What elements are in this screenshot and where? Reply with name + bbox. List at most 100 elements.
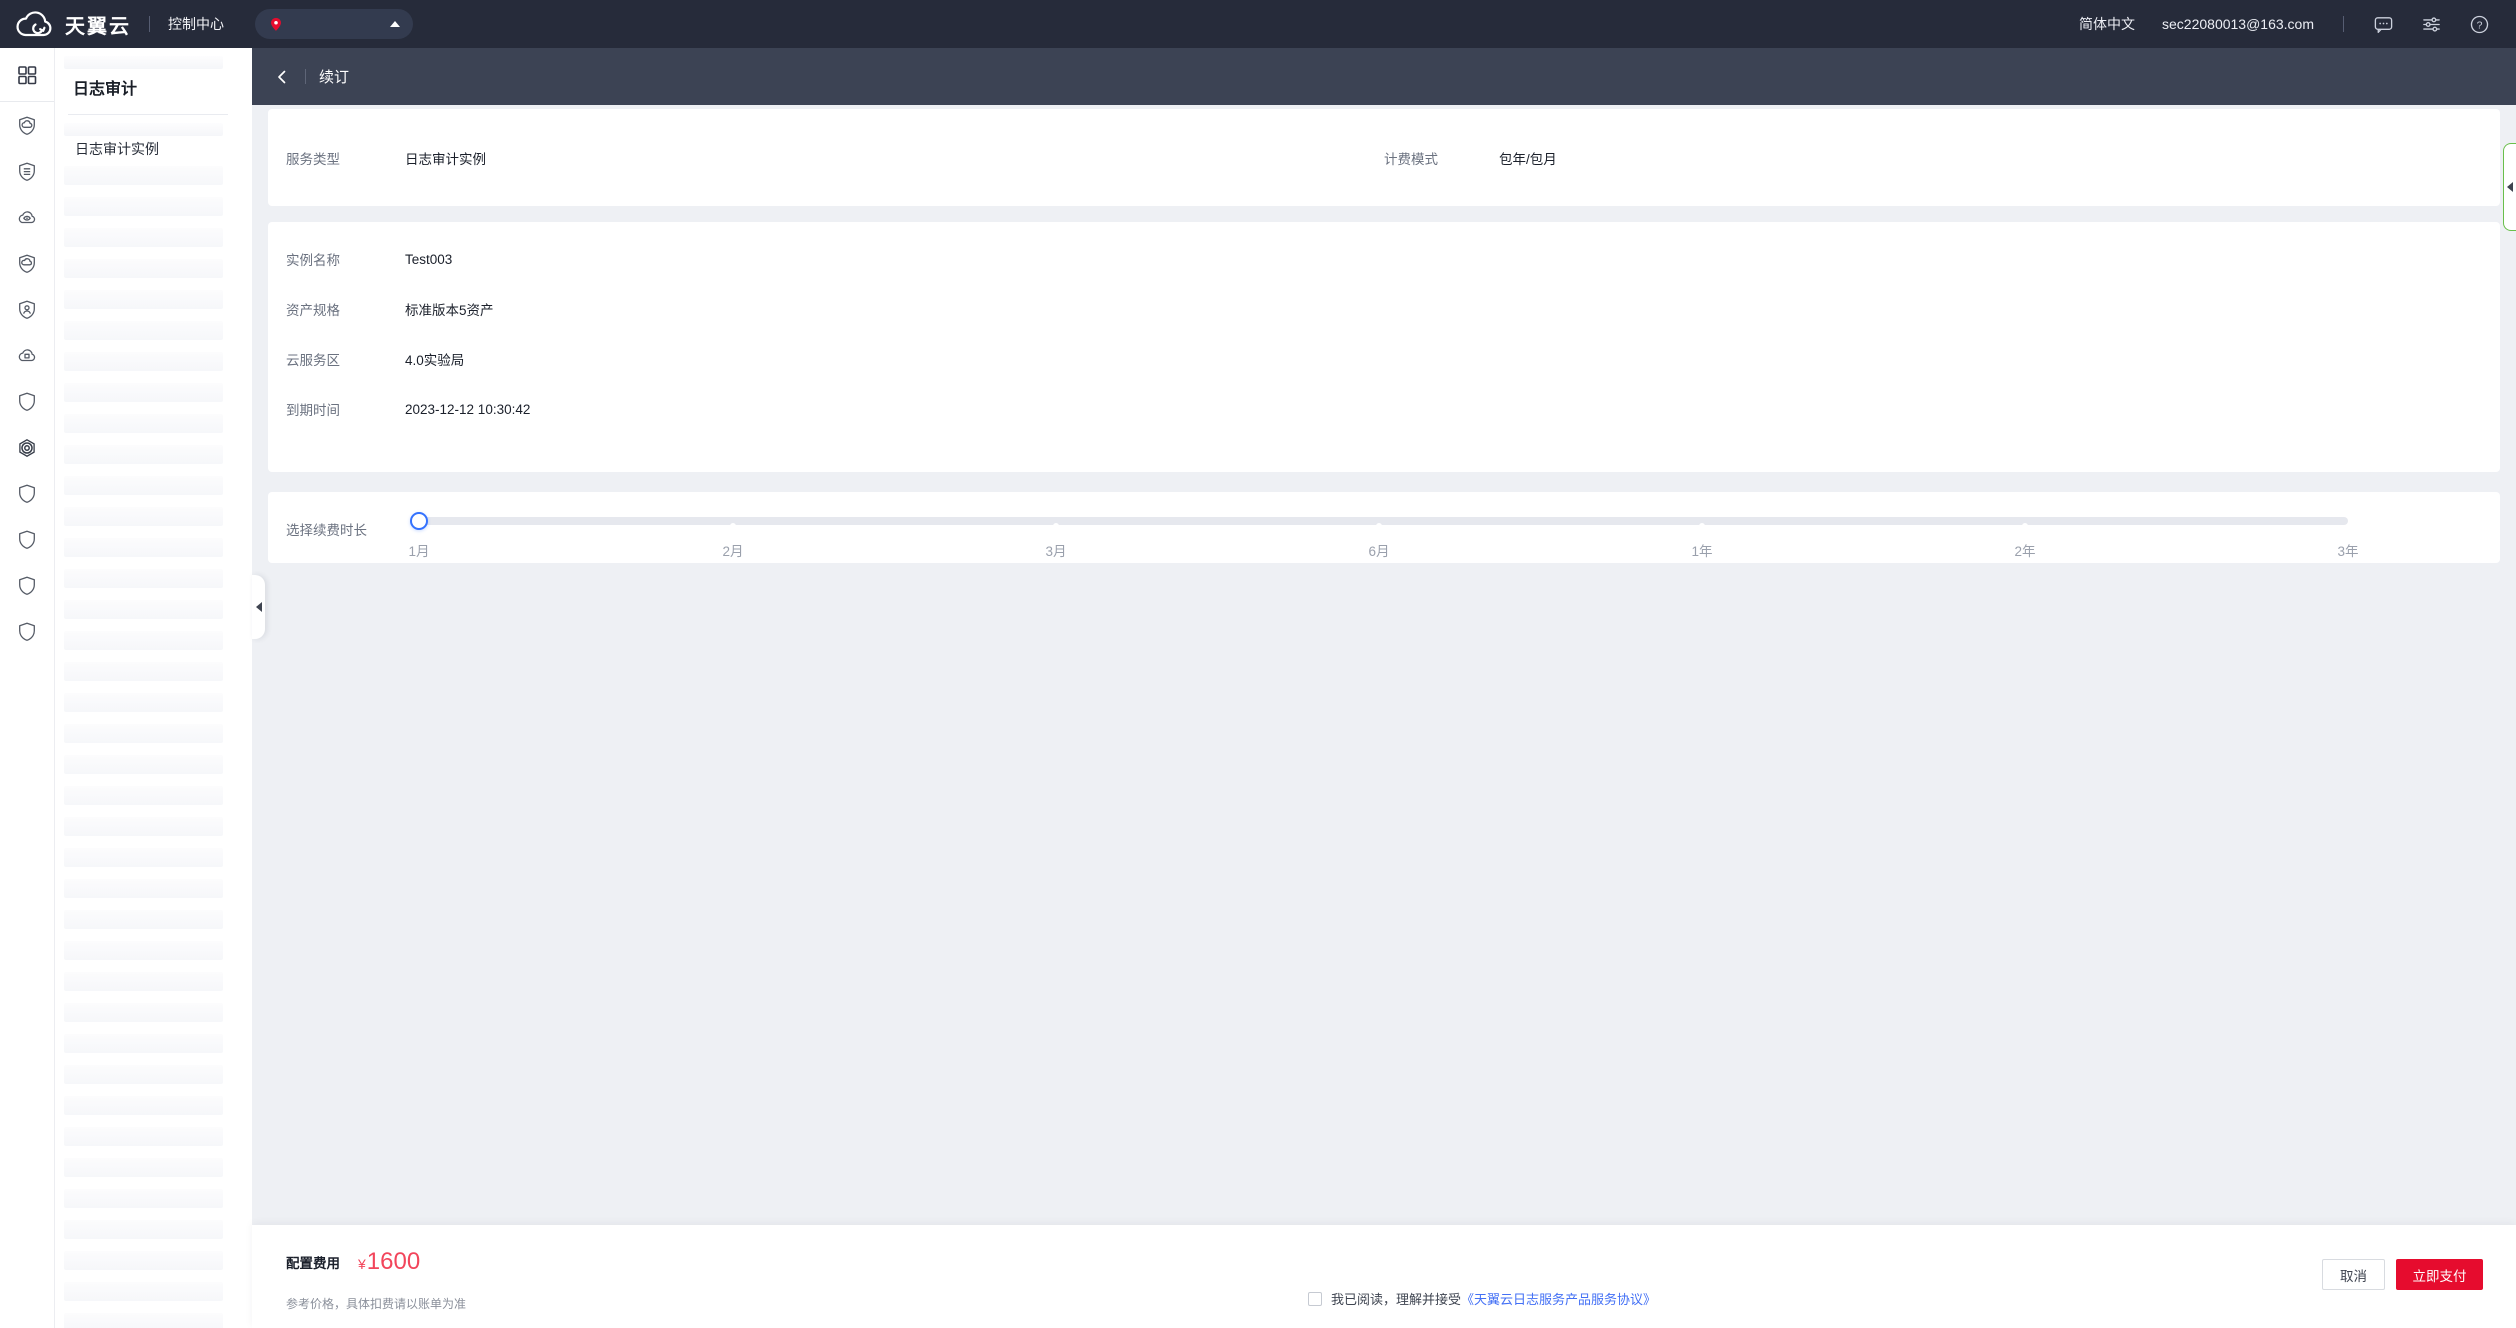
pay-now-button[interactable]: 立即支付	[2396, 1259, 2483, 1290]
secondary-sidebar: 日志审计 日志审计实例	[55, 48, 252, 1328]
shield-icon-4[interactable]	[16, 575, 38, 597]
skeleton-row	[64, 817, 223, 836]
language-switcher[interactable]: 简体中文	[2079, 14, 2135, 34]
breadcrumb-divider	[305, 69, 306, 84]
price-value: 1600	[367, 1248, 420, 1276]
skeleton-row	[64, 662, 223, 681]
shield-user-icon[interactable]	[16, 299, 38, 321]
tick-label-2month[interactable]: 2月	[722, 540, 743, 560]
agreement-row: 我已阅读，理解并接受 《天翼云日志服务产品服务协议》	[1308, 1289, 1656, 1308]
asset-spec-value: 标准版本5资产	[405, 299, 494, 319]
skeleton-row	[64, 879, 223, 898]
audit-target-icon[interactable]	[16, 437, 38, 459]
service-type-field: 服务类型 日志审计实例	[286, 148, 1384, 168]
tick-label-1year[interactable]: 1年	[1691, 540, 1712, 560]
slider-tick-dot	[2022, 523, 2028, 529]
chevron-left-icon	[2507, 182, 2513, 192]
help-icon[interactable]: ?	[2469, 14, 2490, 35]
brand-name: 天翼云	[65, 10, 131, 39]
cloud-region-row: 云服务区 4.0实验局	[286, 334, 2482, 384]
skeleton-row	[64, 414, 223, 433]
price: ¥ 1600	[358, 1248, 420, 1276]
icon-rail	[0, 48, 55, 1328]
content-area: 服务类型 日志审计实例 计费模式 包年/包月 实例名称 Test003 资产规格…	[252, 105, 2516, 1225]
slider-tick-dot	[730, 523, 736, 529]
tick-label-6month[interactable]: 6月	[1368, 540, 1389, 560]
skeleton-row	[64, 321, 223, 340]
console-center-link[interactable]: 控制中心	[168, 14, 224, 34]
asset-spec-label: 资产规格	[286, 299, 405, 319]
right-panel-handle[interactable]	[2503, 143, 2516, 231]
tick-label-3month[interactable]: 3月	[1045, 540, 1066, 560]
settings-sliders-icon[interactable]	[2421, 14, 2442, 35]
skeleton-row	[64, 941, 223, 960]
skeleton-row	[64, 1034, 223, 1053]
instance-name-label: 实例名称	[286, 249, 405, 269]
tick-label-2year[interactable]: 2年	[2014, 540, 2035, 560]
cost-note: 参考价格，具体扣费请以账单为准	[286, 1295, 466, 1312]
shield-icon-3[interactable]	[16, 529, 38, 551]
skeleton-row	[64, 383, 223, 402]
slider-tick-dot	[1376, 523, 1382, 529]
skeleton-row	[64, 786, 223, 805]
slider-handle[interactable]	[410, 512, 428, 530]
chevron-left-icon	[256, 602, 262, 612]
skeleton-row	[64, 445, 223, 464]
skeleton-row	[64, 724, 223, 743]
skeleton-row	[64, 600, 223, 619]
region-selector[interactable]	[255, 9, 413, 39]
expire-time-row: 到期时间 2023-12-12 10:30:42	[286, 384, 2482, 434]
cloud-box-icon[interactable]	[16, 345, 38, 367]
account-email[interactable]: sec22080013@163.com	[2162, 16, 2314, 32]
shield-cloud-icon[interactable]	[16, 115, 38, 137]
skeleton-row	[64, 1220, 223, 1239]
shield-cloud-icon-2[interactable]	[16, 253, 38, 275]
shield-icon-2[interactable]	[16, 483, 38, 505]
skeleton-row	[64, 197, 223, 216]
slider-tick-dot	[1053, 523, 1059, 529]
sidebar-item-log-audit-instance[interactable]: 日志审计实例	[55, 136, 252, 162]
skeleton-row	[64, 1127, 223, 1146]
cloud-region-value: 4.0实验局	[405, 349, 464, 369]
billing-mode-label: 计费模式	[1384, 148, 1499, 168]
skeleton-row	[64, 972, 223, 991]
shield-icon-5[interactable]	[16, 621, 38, 643]
instance-name-value: Test003	[405, 252, 452, 267]
slider-track[interactable]	[410, 517, 2348, 525]
skeleton-row	[64, 1189, 223, 1208]
back-button[interactable]	[272, 67, 292, 87]
navbar-right: 简体中文 sec22080013@163.com ?	[2079, 14, 2490, 35]
agreement-checkbox[interactable]	[1308, 1292, 1322, 1306]
sidebar-collapse-handle[interactable]	[252, 575, 265, 639]
rail-icon-list	[0, 102, 54, 643]
shield-server-icon[interactable]	[16, 161, 38, 183]
cloud-eye-icon[interactable]	[16, 207, 38, 229]
skeleton-row	[64, 1096, 223, 1115]
skeleton-row	[64, 228, 223, 247]
skeleton-row	[64, 693, 223, 712]
skeleton-row	[64, 166, 223, 185]
renew-duration-card: 选择续费时长 1月 2月 3月 6月 1年 2年 3年	[268, 492, 2500, 563]
shield-icon[interactable]	[16, 391, 38, 413]
skeleton-row	[64, 56, 223, 69]
skeleton-row	[64, 352, 223, 371]
skeleton-row	[64, 476, 223, 495]
message-icon[interactable]	[2373, 14, 2394, 35]
main-area: 续订 服务类型 日志审计实例 计费模式 包年/包月 实例名称 Test003 资…	[252, 48, 2516, 1328]
skeleton-row	[64, 910, 223, 929]
skeleton-row	[64, 123, 223, 136]
service-type-card: 服务类型 日志审计实例 计费模式 包年/包月	[268, 109, 2500, 206]
expire-time-value: 2023-12-12 10:30:42	[405, 402, 530, 417]
tick-label-3year[interactable]: 3年	[2337, 540, 2358, 560]
agreement-link[interactable]: 《天翼云日志服务产品服务协议》	[1461, 1289, 1656, 1308]
instance-info-card: 实例名称 Test003 资产规格 标准版本5资产 云服务区 4.0实验局 到期…	[268, 222, 2500, 472]
cancel-button[interactable]: 取消	[2322, 1259, 2385, 1290]
expire-time-label: 到期时间	[286, 399, 405, 419]
location-pin-icon	[268, 16, 284, 33]
sidebar-divider	[68, 114, 228, 115]
breadcrumb: 续订	[252, 48, 2516, 105]
skeleton-row	[64, 1065, 223, 1084]
cloud-region-label: 云服务区	[286, 349, 405, 369]
apps-grid-icon[interactable]	[0, 48, 54, 101]
tick-label-1month[interactable]: 1月	[408, 540, 429, 560]
